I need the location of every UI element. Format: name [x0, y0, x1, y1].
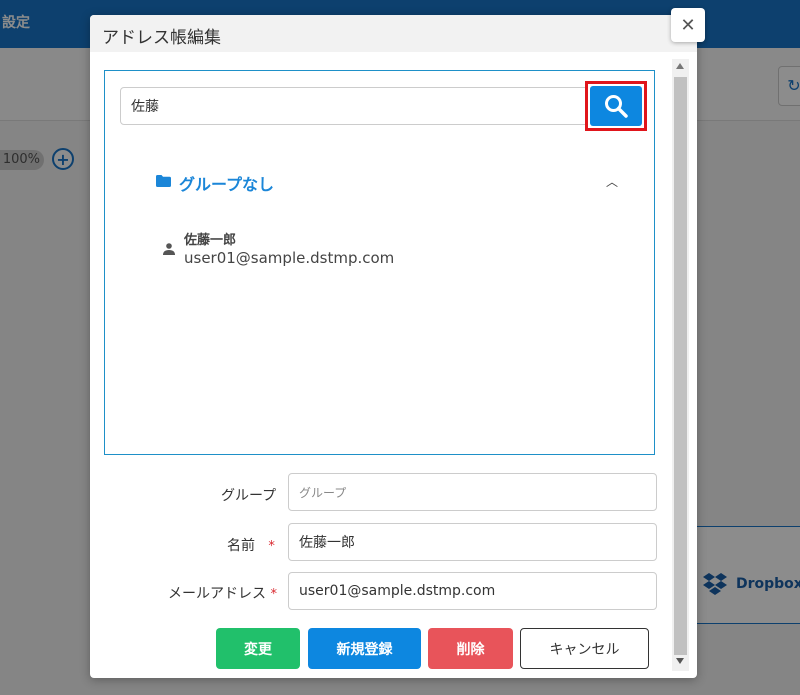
search-icon — [605, 95, 628, 118]
required-mark: * — [270, 587, 277, 602]
group-field[interactable]: グループ — [288, 473, 657, 511]
required-mark: * — [268, 539, 275, 554]
address-book-edit-dialog: アドレス帳編集 グループなし ︿ 佐藤一郎 user01@sam — [90, 15, 697, 678]
search-button[interactable] — [590, 86, 642, 126]
folder-icon — [156, 175, 171, 187]
register-button[interactable]: 新規登録 — [308, 628, 421, 669]
address-tree-panel: グループなし ︿ 佐藤一郎 user01@sample.dstmp.com — [104, 70, 655, 455]
change-button[interactable]: 変更 — [216, 628, 300, 669]
email-field-label: メールアドレス * — [168, 586, 277, 602]
cancel-button[interactable]: キャンセル — [520, 628, 649, 669]
close-button[interactable]: ✕ — [671, 8, 705, 42]
dialog-header: アドレス帳編集 — [90, 15, 697, 52]
person-icon — [163, 243, 175, 255]
group-label: グループなし — [179, 175, 275, 194]
scroll-up-arrow-icon[interactable] — [676, 63, 684, 69]
delete-button[interactable]: 削除 — [428, 628, 513, 669]
search-input[interactable] — [120, 87, 588, 125]
group-field-label: グループ — [221, 488, 277, 504]
email-field[interactable]: user01@sample.dstmp.com — [288, 572, 657, 610]
close-icon: ✕ — [680, 14, 696, 36]
chevron-up-icon[interactable]: ︿ — [606, 173, 618, 190]
dialog-title: アドレス帳編集 — [102, 28, 221, 48]
group-node[interactable]: グループなし ︿ — [156, 171, 626, 194]
scroll-down-arrow-icon[interactable] — [676, 658, 684, 664]
contact-email: user01@sample.dstmp.com — [184, 249, 395, 267]
scrollbar-thumb[interactable] — [674, 77, 687, 655]
name-field-label: 名前 * — [227, 538, 275, 554]
contact-name: 佐藤一郎 — [184, 233, 237, 248]
name-field[interactable]: 佐藤一郎 — [288, 523, 657, 561]
